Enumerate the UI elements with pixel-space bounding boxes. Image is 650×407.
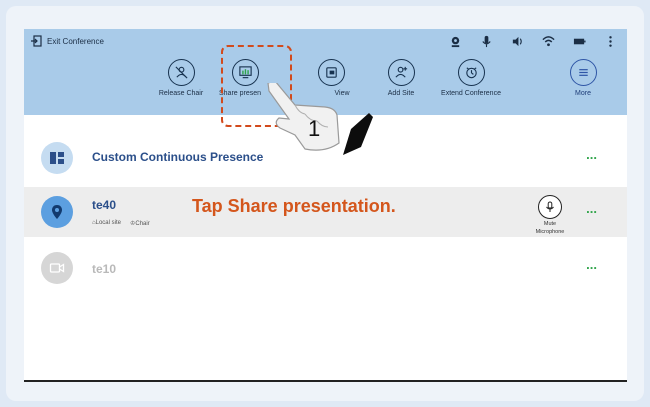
webcam-icon	[448, 34, 462, 48]
wifi-icon	[541, 34, 555, 48]
add-site-label: Add Site	[387, 90, 415, 97]
exit-conference-button[interactable]: Exit Conference	[30, 35, 104, 47]
video-camera-icon	[41, 252, 73, 284]
site-tags: ⌂Local site ♔Chair	[92, 220, 150, 227]
divider	[24, 380, 627, 382]
chair-tag: ♔Chair	[129, 221, 150, 227]
add-site-icon	[394, 66, 407, 78]
release-chair-label: Release Chair	[158, 90, 204, 97]
release-chair-icon	[174, 66, 188, 79]
list-item-site-te10[interactable]: te10 ...	[24, 243, 627, 293]
continuous-view-icon	[325, 67, 337, 78]
extend-conference-label: Extend Conference	[441, 90, 501, 97]
speaker-icon	[510, 34, 524, 48]
release-chair-button[interactable]: Release Chair	[146, 59, 216, 97]
more-options-icon[interactable]: ...	[586, 257, 597, 272]
status-bar: Exit Conference	[24, 29, 627, 53]
step-number: 1	[308, 116, 321, 141]
mute-label-line1: Mute	[543, 221, 557, 227]
extend-conference-button[interactable]: Extend Conference	[436, 59, 506, 97]
mute-label-line2: Microphone	[535, 229, 565, 235]
mute-microphone-button[interactable]: Mute Microphone	[530, 195, 570, 235]
more-button[interactable]: More	[548, 59, 618, 97]
more-options-icon[interactable]: ...	[586, 201, 597, 216]
more-options-icon[interactable]: ...	[586, 147, 597, 162]
exit-conference-label: Exit Conference	[47, 36, 104, 46]
exit-icon	[31, 35, 42, 47]
extend-conference-icon	[465, 67, 477, 79]
battery-icon	[572, 34, 586, 48]
layout-icon	[41, 142, 73, 174]
menu-icon	[578, 69, 588, 76]
more-label: More	[575, 90, 591, 97]
microphone-icon	[546, 201, 554, 212]
instruction-callout: Tap Share presentation.	[192, 196, 396, 216]
overflow-menu-icon[interactable]	[603, 34, 617, 48]
location-pin-icon	[41, 196, 73, 228]
microphone-icon	[479, 34, 493, 48]
add-site-button[interactable]: Add Site	[366, 59, 436, 97]
site-name: te40	[92, 198, 117, 212]
local-site-tag: ⌂Local site	[92, 220, 121, 226]
list-item-title: Custom Continuous Presence	[92, 150, 264, 164]
site-name: te10	[92, 262, 117, 276]
